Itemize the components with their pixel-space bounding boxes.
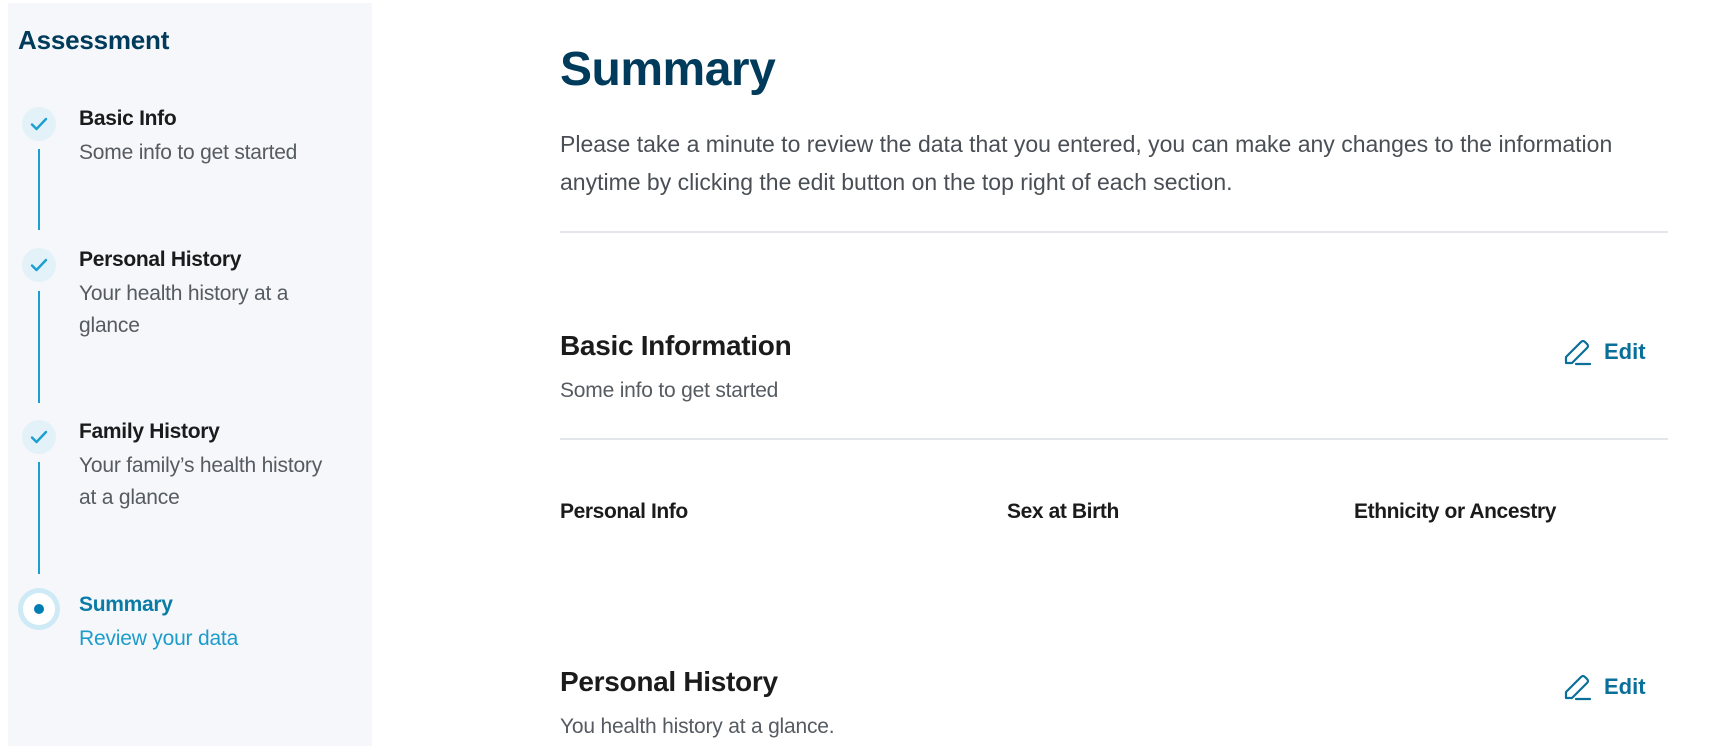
pencil-icon — [1564, 339, 1592, 366]
section-title-basic-information: Basic Information — [560, 330, 792, 361]
intro-text: Please take a minute to review the data … — [560, 131, 1613, 195]
edit-label: Edit — [1604, 674, 1646, 699]
step-connector — [38, 149, 40, 230]
assessment-page: Assessment Basic Info Some info to get s… — [0, 0, 1720, 746]
divider — [560, 231, 1668, 233]
step-connector — [38, 291, 40, 403]
step-description: Some info to get started — [79, 141, 298, 164]
divider — [560, 438, 1668, 440]
sidebar: Assessment Basic Info Some info to get s… — [8, 3, 372, 746]
step-completed-marker — [22, 248, 56, 282]
sidebar-title: Assessment — [18, 25, 170, 55]
edit-label: Edit — [1604, 339, 1646, 364]
field-label-personal-info: Personal Info — [560, 500, 688, 523]
pencil-icon — [1564, 674, 1592, 701]
step-active-ring — [23, 593, 55, 625]
step-label: Summary — [79, 593, 173, 616]
step-label: Family History — [79, 420, 220, 443]
section-title-personal-history: Personal History — [560, 666, 778, 697]
main-content: Summary Please take a minute to review t… — [560, 0, 1670, 746]
page-title: Summary — [560, 43, 776, 96]
field-label-sex-at-birth: Sex at Birth — [1007, 500, 1119, 523]
section-subtitle: Some info to get started — [560, 379, 779, 402]
step-completed-marker — [22, 420, 56, 454]
step-description: Your family’s health history at a glance — [79, 454, 323, 509]
edit-personal-history-button[interactable]: Edit — [1562, 672, 1646, 702]
step-active-marker — [18, 588, 60, 630]
step-connector — [38, 462, 40, 574]
step-description: Review your data — [79, 627, 239, 650]
step-label: Personal History — [79, 248, 242, 271]
check-icon — [30, 258, 48, 272]
check-icon — [30, 117, 48, 131]
dot-icon — [34, 604, 44, 614]
check-icon — [30, 430, 48, 444]
step-description: Your health history at a glance — [79, 282, 289, 337]
step-label: Basic Info — [79, 107, 177, 130]
field-label-ethnicity: Ethnicity or Ancestry — [1354, 500, 1557, 523]
section-subtitle: You health history at a glance. — [560, 715, 835, 738]
step-completed-marker — [22, 107, 56, 141]
edit-basic-information-button[interactable]: Edit — [1562, 337, 1646, 367]
